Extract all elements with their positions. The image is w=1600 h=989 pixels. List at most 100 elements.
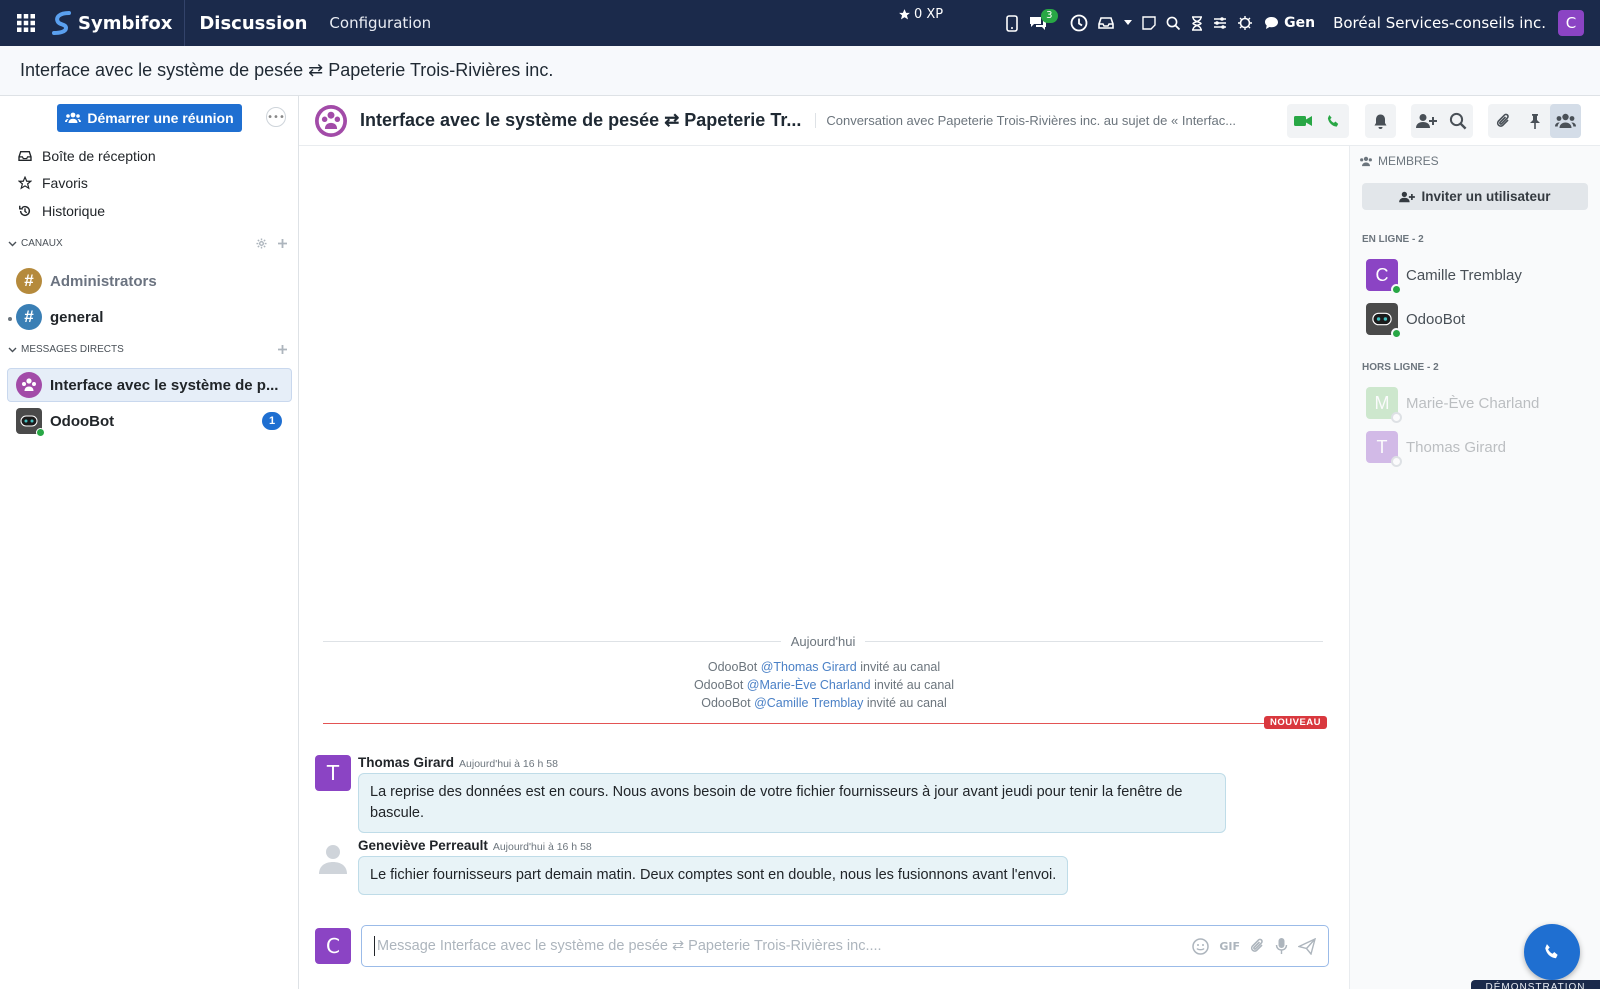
channel-general[interactable]: # general [16,301,292,333]
notification-message: OdooBot @Thomas Girard invité au canal [299,660,1349,674]
odoobot-avatar [1366,303,1402,339]
debug-bug-icon[interactable] [1232,0,1258,46]
start-meeting-button[interactable]: Démarrer une réunion [57,104,242,132]
phone-call-icon[interactable] [1318,104,1349,138]
inbox-tray-icon[interactable] [1093,0,1119,46]
member-avatar: C [1366,259,1402,295]
microphone-icon[interactable] [1275,937,1288,955]
invite-user-button[interactable]: Inviter un utilisateur [1362,183,1588,210]
gen-ai-button[interactable]: Gen [1264,15,1315,31]
message-author[interactable]: Thomas Girard [358,755,454,770]
nav-history-label: Historique [42,203,106,219]
mention-link[interactable]: @Camille Tremblay [754,696,863,710]
notif-actor: OdooBot [701,696,751,710]
message-time: Aujourd'hui à 16 h 58 [459,758,558,770]
member-camille-tremblay[interactable]: C Camille Tremblay [1366,259,1522,295]
user-avatar[interactable]: C [1558,10,1584,36]
mobile-icon[interactable] [1001,0,1023,46]
notif-actor: OdooBot [693,678,744,692]
app-title[interactable]: Discussion [199,13,307,34]
message-time: Aujourd'hui à 16 h 58 [492,841,592,853]
brand[interactable]: Symbifox [52,0,186,46]
direct-messages-section-header[interactable]: MESSAGES DIRECTS [8,344,288,355]
gif-icon[interactable]: GIF [1219,940,1240,953]
thread-name[interactable]: Interface avec le système de pesée ⇄ Pap… [360,110,801,131]
control-panel: Interface avec le système de pesée ⇄ Pap… [0,46,1600,96]
hourglass-icon[interactable] [1186,0,1208,46]
gear-icon[interactable] [256,238,267,249]
message-author[interactable]: Geneviève Perreault [358,838,488,853]
member-initial: C [1375,264,1389,285]
video-call-icon[interactable] [1287,104,1318,138]
nav-inbox[interactable]: Boîte de réception [18,148,156,164]
member-avatar: T [1366,431,1402,467]
notification-actions [1365,104,1396,138]
member-thomas-girard[interactable]: T Thomas Girard [1366,431,1506,467]
unread-indicator [8,317,12,321]
attachment-icon[interactable] [1488,104,1519,138]
group-chat-icon [16,372,42,398]
xp-counter[interactable]: 0 XP [898,7,943,22]
dm-item-odoobot[interactable]: OdooBot 1 [16,405,292,437]
emoji-icon[interactable] [1192,937,1210,955]
call-actions [1287,104,1349,138]
member-marie-eve-charland[interactable]: M Marie-Ève Charland [1366,387,1539,423]
add-user-icon [1399,191,1416,202]
channel-administrators[interactable]: # Administrators [16,265,292,297]
message-list[interactable]: Aujourd'hui OdooBot @Thomas Girard invit… [299,146,1349,989]
sliders-icon[interactable] [1208,0,1232,46]
company-switcher[interactable]: Boréal Services-conseils inc. [1333,14,1546,32]
channel-name: Administrators [50,272,157,290]
inbox-icon [18,151,32,161]
mention-link[interactable]: @Thomas Girard [761,660,857,674]
start-meeting-label: Démarrer une réunion [87,110,234,126]
attachment-icon[interactable] [1250,938,1265,955]
add-dm-icon[interactable] [277,344,288,355]
gen-label: Gen [1284,15,1316,31]
notification-message: OdooBot @Camille Tremblay invité au cana… [299,696,1349,710]
online-heading: EN LIGNE - 2 [1362,234,1424,245]
caret-down-icon[interactable] [1119,0,1137,46]
messages-icon[interactable]: 3 [1023,0,1058,46]
new-messages-badge: NOUVEAU [1264,716,1328,729]
members-heading: MEMBRES [1359,154,1439,168]
message-header: Geneviève Perreault Aujourd'hui à 16 h 5… [358,838,592,853]
bell-icon[interactable] [1365,104,1396,138]
member-odoobot[interactable]: OdooBot [1366,303,1465,339]
add-channel-icon[interactable] [277,238,288,249]
activity-clock-icon[interactable] [1065,0,1093,46]
message-input[interactable] [374,936,1193,956]
message-bubble[interactable]: La reprise des données est en cours. Nou… [358,773,1226,833]
call-phone-button[interactable] [1524,924,1580,980]
member-initial: M [1374,392,1390,413]
channels-section-header[interactable]: CANAUX [8,238,288,249]
add-user-icon[interactable] [1411,104,1442,138]
author-avatar[interactable]: T [315,755,351,791]
notification-message: OdooBot @Marie-Ève Charland invité au ca… [299,678,1349,692]
mention-link[interactable]: @Marie-Ève Charland [747,678,871,692]
app-menu-icon[interactable] [0,0,52,46]
send-icon[interactable] [1298,937,1316,955]
pin-icon[interactable] [1519,104,1550,138]
odoobot-avatar [16,408,45,437]
search-icon[interactable] [1442,104,1473,138]
menu-configuration[interactable]: Configuration [329,14,431,32]
nav-history[interactable]: Historique [18,203,105,219]
nav-favorites-label: Favoris [42,175,88,191]
dm-name: Interface avec le système de p... [50,376,279,394]
thread-description[interactable]: Conversation avec Papeterie Trois-Rivièr… [815,113,1265,128]
members-panel: MEMBRES Inviter un utilisateur EN LIGNE … [1349,146,1600,989]
users-icon [1360,156,1372,166]
nav-favorites[interactable]: Favoris [18,175,88,191]
history-icon [19,205,31,217]
phone-icon [1545,944,1558,959]
message-bubble[interactable]: Le fichier fournisseurs part demain mati… [358,856,1069,895]
dm-item-interface[interactable]: Interface avec le système de p... [16,369,292,401]
default-avatar-icon[interactable] [315,839,351,875]
xp-value: 0 XP [913,6,944,22]
dm-name: OdooBot [50,412,115,430]
search-icon[interactable] [1161,0,1186,46]
note-icon[interactable] [1137,0,1161,46]
more-options-icon[interactable]: ••• [266,107,286,127]
members-panel-icon[interactable] [1550,104,1581,138]
